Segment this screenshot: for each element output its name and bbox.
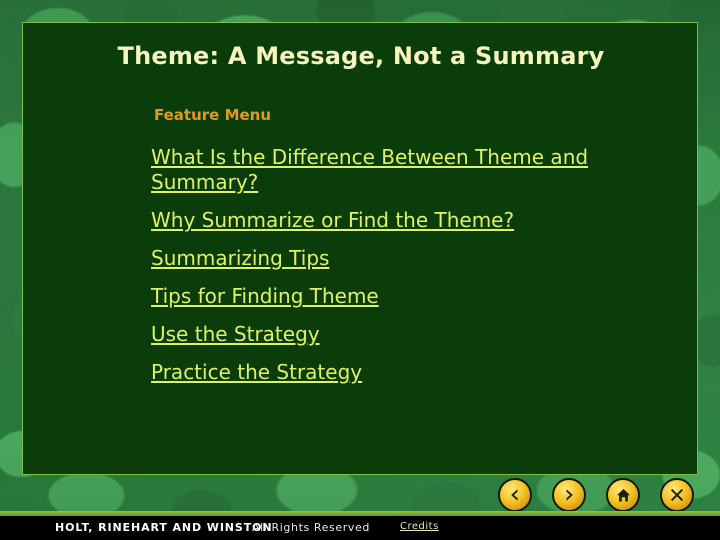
list-item: Practice the Strategy — [151, 360, 671, 385]
feature-menu-label: Feature Menu — [154, 106, 272, 124]
menu-link-use-the-strategy[interactable]: Use the Strategy — [151, 322, 320, 346]
home-icon — [606, 478, 640, 512]
feature-menu-list: What Is the Difference Between Theme and… — [151, 145, 671, 398]
credits-link[interactable]: Credits — [400, 521, 439, 532]
list-item: What Is the Difference Between Theme and… — [151, 145, 671, 195]
list-item: Use the Strategy — [151, 322, 671, 347]
slide-canvas: Theme: A Message, Not a Summary Feature … — [0, 0, 720, 540]
list-item: Why Summarize or Find the Theme? — [151, 208, 671, 233]
footer-bar: HOLT, RINEHART AND WINSTON All Rights Re… — [0, 516, 720, 540]
publisher-brand: HOLT, RINEHART AND WINSTON — [55, 521, 273, 534]
close-x-icon — [660, 478, 694, 512]
rights-statement: All Rights Reserved — [252, 521, 370, 534]
chevron-left-icon — [498, 478, 532, 512]
menu-link-difference-theme-summary[interactable]: What Is the Difference Between Theme and… — [151, 145, 588, 194]
menu-link-why-summarize[interactable]: Why Summarize or Find the Theme? — [151, 208, 514, 232]
menu-link-summarizing-tips[interactable]: Summarizing Tips — [151, 246, 329, 270]
chevron-right-icon — [552, 478, 586, 512]
content-panel: Theme: A Message, Not a Summary Feature … — [22, 22, 698, 475]
menu-link-tips-finding-theme[interactable]: Tips for Finding Theme — [151, 284, 379, 308]
list-item: Tips for Finding Theme — [151, 284, 671, 309]
menu-link-practice-the-strategy[interactable]: Practice the Strategy — [151, 360, 362, 384]
list-item: Summarizing Tips — [151, 246, 671, 271]
page-title: Theme: A Message, Not a Summary — [117, 42, 605, 70]
